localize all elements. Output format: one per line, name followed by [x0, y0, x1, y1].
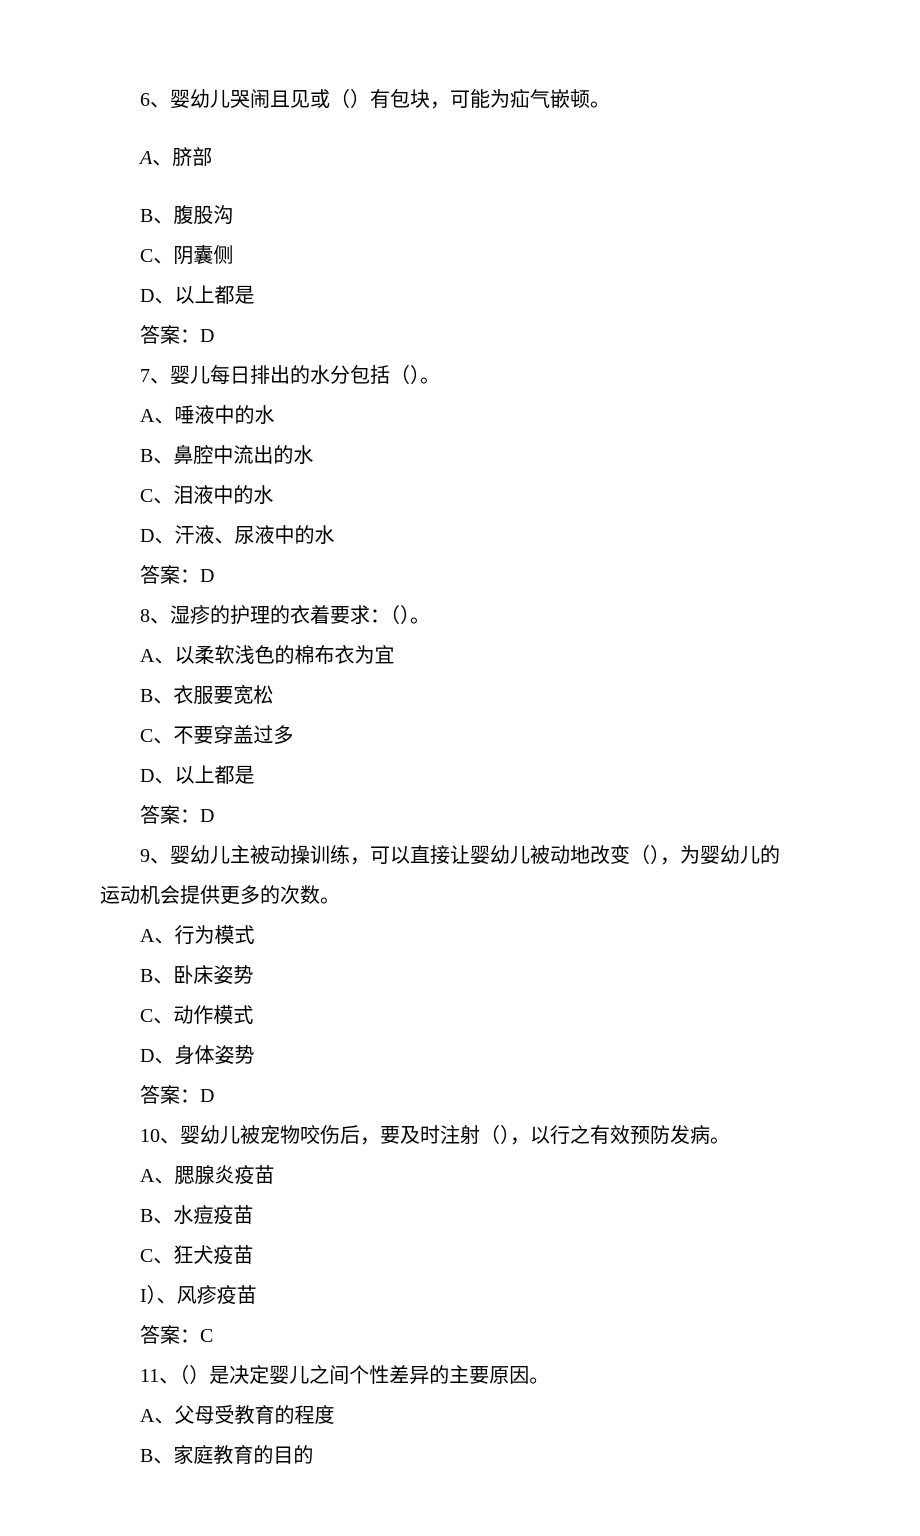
question-9-option-c: C、动作模式 [100, 996, 820, 1036]
question-11-option-b: B、家庭教育的目的 [100, 1436, 820, 1476]
question-7-stem: 7、婴儿每日排出的水分包括（）。 [100, 356, 820, 396]
question-9-option-b: B、卧床姿势 [100, 956, 820, 996]
question-8-option-b: B、衣服要宽松 [100, 676, 820, 716]
question-6-option-d: D、以上都是 [100, 276, 820, 316]
question-6-answer: 答案：D [100, 316, 820, 356]
question-9-option-a: A、行为模式 [100, 916, 820, 956]
question-6-option-b: B、腹股沟 [100, 196, 820, 236]
question-8-stem: 8、湿疹的护理的衣着要求：（）。 [100, 596, 820, 636]
question-8-option-c: C、不要穿盖过多 [100, 716, 820, 756]
question-9-option-d: D、身体姿势 [100, 1036, 820, 1076]
question-6-stem: 6、婴幼儿哭闹且见或（）有包块，可能为疝气嵌顿。 [100, 80, 820, 120]
question-7-option-d: D、汗液、尿液中的水 [100, 516, 820, 556]
question-10-option-c: C、狂犬疫苗 [100, 1236, 820, 1276]
question-11-stem: 11、（）是决定婴儿之间个性差异的主要原因。 [100, 1356, 820, 1396]
question-8-option-a: A、以柔软浅色的棉布衣为宜 [100, 636, 820, 676]
question-10-option-a: A、腮腺炎疫苗 [100, 1156, 820, 1196]
q9-stem-part2: 运动机会提供更多的次数。 [100, 885, 340, 907]
question-7-option-c: C、泪液中的水 [100, 476, 820, 516]
question-10-stem: 10、婴幼儿被宠物咬伤后，要及时注射（），以行之有效预防发病。 [100, 1116, 820, 1156]
question-11-option-a: A、父母受教育的程度 [100, 1396, 820, 1436]
question-7-option-b: B、鼻腔中流出的水 [100, 436, 820, 476]
question-10-option-d: I）、风疹疫苗 [100, 1276, 820, 1316]
question-9-answer: 答案：D [100, 1076, 820, 1116]
question-8-answer: 答案：D [100, 796, 820, 836]
question-7-answer: 答案：D [100, 556, 820, 596]
question-9-stem-wrap: 9、婴幼儿主被动操训练，可以直接让婴幼儿被动地改变（），为婴幼儿的 运动机会提供… [100, 836, 820, 916]
question-6-option-a: A、脐部 [100, 138, 820, 178]
question-8-option-d: D、以上都是 [100, 756, 820, 796]
option-text: 、脐部 [152, 147, 212, 169]
question-10-answer: 答案：C [100, 1316, 820, 1356]
option-letter-a: A [140, 147, 152, 169]
question-6-option-c: C、阴囊侧 [100, 236, 820, 276]
question-7-option-a: A、唾液中的水 [100, 396, 820, 436]
q9-stem-part1: 9、婴幼儿主被动操训练，可以直接让婴幼儿被动地改变（），为婴幼儿的 [100, 845, 780, 867]
question-10-option-b: B、水痘疫苗 [100, 1196, 820, 1236]
page-content: 6、婴幼儿哭闹且见或（）有包块，可能为疝气嵌顿。 A、脐部 B、腹股沟 C、阴囊… [0, 0, 920, 1536]
